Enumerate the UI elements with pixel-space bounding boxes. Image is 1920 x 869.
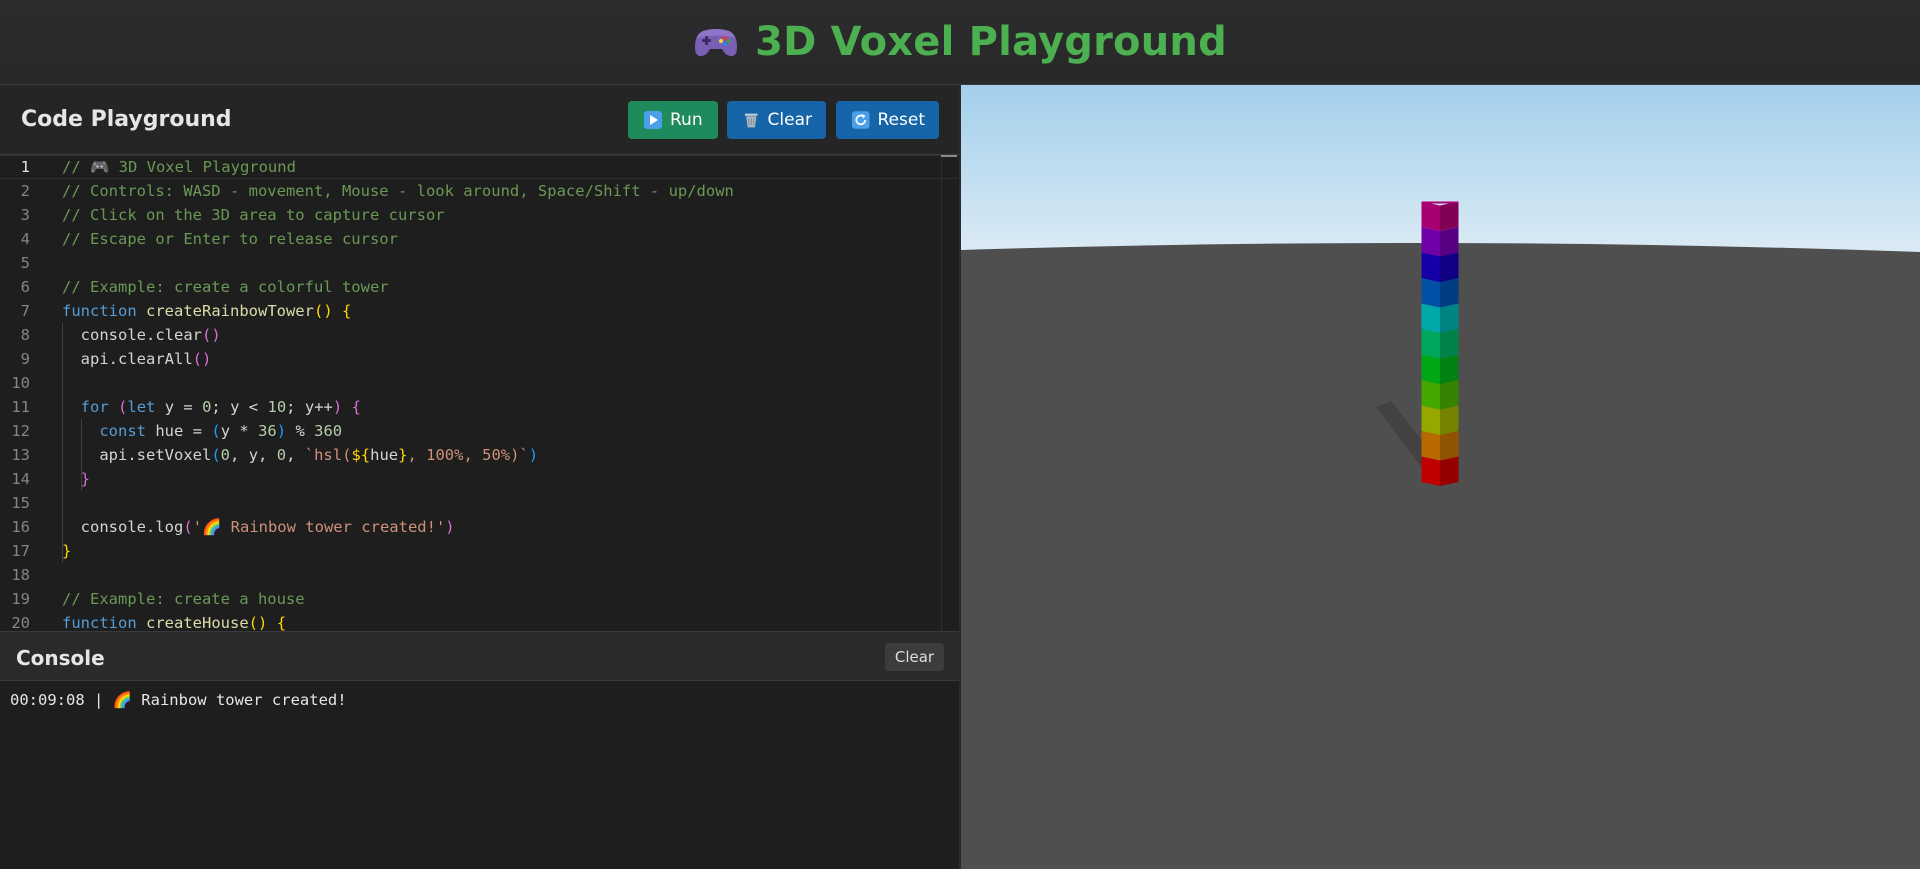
voxel-block-face	[1440, 431, 1459, 461]
line-number: 3	[20, 206, 30, 224]
line-number: 6	[20, 278, 30, 296]
code-line: }	[80, 470, 91, 488]
line-number: 4	[20, 230, 30, 248]
voxel-block-face	[1421, 431, 1440, 461]
console-entry: 00:09:08 | 🌈 Rainbow tower created!	[10, 691, 347, 709]
voxel-block-face	[1440, 380, 1459, 410]
code-line: // Example: create a house	[62, 590, 305, 608]
code-line: api.clearAll()	[80, 350, 212, 368]
playground-toolbar: Code Playground Run Clear Reset	[0, 85, 959, 155]
code-line: const hue = (y * 36) % 360	[99, 422, 343, 440]
code-line: // Controls: WASD - movement, Mouse - lo…	[62, 182, 734, 200]
app-header: 3D Voxel Playground	[0, 0, 1920, 85]
line-number-gutter: 1 2 3 4 5 6 7 8 9 10 11 12 13 14 15 16 17 18 19 20	[0, 155, 42, 631]
voxel-tower-top	[1421, 201, 1459, 204]
line-number: 16	[11, 518, 30, 536]
line-number: 1	[20, 158, 30, 176]
app-title: 3D Voxel Playground	[693, 19, 1227, 65]
voxel-viewport[interactable]	[961, 85, 1920, 869]
voxel-block-face	[1440, 354, 1459, 384]
voxel-block-face	[1421, 252, 1440, 282]
code-editor[interactable]: 1 2 3 4 5 6 7 8 9 10 11 12 13 14 15 16 17 18 19 20 // 🎮 3D …	[0, 155, 959, 631]
editor-scrollbar-thumb[interactable]	[941, 155, 957, 157]
code-line: api.setVoxel(0, y, 0, `hsl(${hue}, 100%,…	[99, 446, 539, 464]
voxel-block-face	[1440, 456, 1459, 486]
line-number: 14	[11, 470, 30, 488]
code-line: // Click on the 3D area to capture curso…	[62, 206, 445, 224]
code-line: console.clear()	[80, 326, 221, 344]
code-line: for (let y = 0; y < 10; y++) {	[80, 398, 361, 416]
play-icon	[644, 111, 662, 129]
console-title: Console	[16, 646, 105, 670]
code-line: }	[62, 542, 72, 560]
line-number: 12	[11, 422, 30, 440]
voxel-block-face	[1440, 278, 1459, 308]
code-line: // Escape or Enter to release cursor	[62, 230, 398, 248]
code-line: // Example: create a colorful tower	[62, 278, 389, 296]
reset-button-label: Reset	[877, 110, 926, 130]
console-entry-time: 00:09:08	[10, 691, 85, 709]
wastebasket-icon	[744, 113, 758, 128]
voxel-block-face	[1421, 354, 1440, 384]
console-header: Console Clear	[0, 631, 959, 681]
playground-title: Code Playground	[21, 107, 232, 132]
voxel-scene[interactable]	[961, 85, 1920, 869]
indent-guide	[62, 323, 63, 563]
line-number: 11	[11, 398, 30, 416]
line-number: 7	[20, 302, 30, 320]
line-number: 18	[11, 566, 30, 584]
line-number: 17	[11, 542, 30, 560]
voxel-block-face	[1421, 380, 1440, 410]
line-number: 20	[11, 614, 30, 631]
line-number: 5	[20, 254, 30, 272]
line-number: 15	[11, 494, 30, 512]
line-number: 8	[20, 326, 30, 344]
voxel-block-face	[1421, 201, 1440, 231]
voxel-block-face	[1440, 303, 1459, 333]
console-output: 00:09:08 | 🌈 Rainbow tower created!	[0, 681, 959, 869]
voxel-block-face	[1421, 456, 1440, 486]
line-number: 2	[20, 182, 30, 200]
voxel-block-face	[1440, 201, 1459, 231]
console-entry-separator: |	[84, 691, 113, 709]
clear-button[interactable]: Clear	[727, 101, 826, 139]
code-line: function createRainbowTower() {	[62, 302, 352, 320]
voxel-block-face	[1421, 278, 1440, 308]
code-text-area[interactable]: // 🎮 3D Voxel Playground // Controls: WAS…	[62, 155, 942, 631]
console-entry-message: 🌈 Rainbow tower created!	[112, 691, 347, 709]
voxel-block-face	[1440, 252, 1459, 282]
voxel-block-face	[1421, 227, 1440, 257]
console-clear-button[interactable]: Clear	[885, 643, 944, 671]
line-number: 10	[11, 374, 30, 392]
indent-guide	[80, 419, 82, 491]
voxel-block-face	[1421, 329, 1440, 359]
voxel-block-face	[1421, 405, 1440, 435]
run-button-label: Run	[670, 110, 703, 130]
voxel-block-face	[1440, 227, 1459, 257]
refresh-icon	[852, 111, 870, 129]
run-button[interactable]: Run	[628, 101, 718, 139]
rainbow-tower	[1421, 201, 1459, 486]
code-line: console.log('🌈 Rainbow tower created!')	[80, 518, 455, 536]
reset-button[interactable]: Reset	[836, 101, 939, 139]
code-line: function createHouse() {	[62, 614, 287, 631]
clear-button-label: Clear	[767, 110, 812, 130]
voxel-block-face	[1421, 303, 1440, 333]
line-number: 19	[11, 590, 30, 608]
gamepad-icon	[695, 29, 738, 57]
line-number: 9	[20, 350, 30, 368]
voxel-block-face	[1440, 329, 1459, 359]
code-panel: Code Playground Run Clear Reset 1 2 3 4 …	[0, 85, 959, 869]
app-title-text: 3D Voxel Playground	[755, 19, 1227, 65]
editor-scrollbar[interactable]	[941, 155, 959, 631]
voxel-block-face	[1440, 405, 1459, 435]
line-number: 13	[11, 446, 30, 464]
code-line: // 🎮 3D Voxel Playground	[62, 158, 296, 176]
